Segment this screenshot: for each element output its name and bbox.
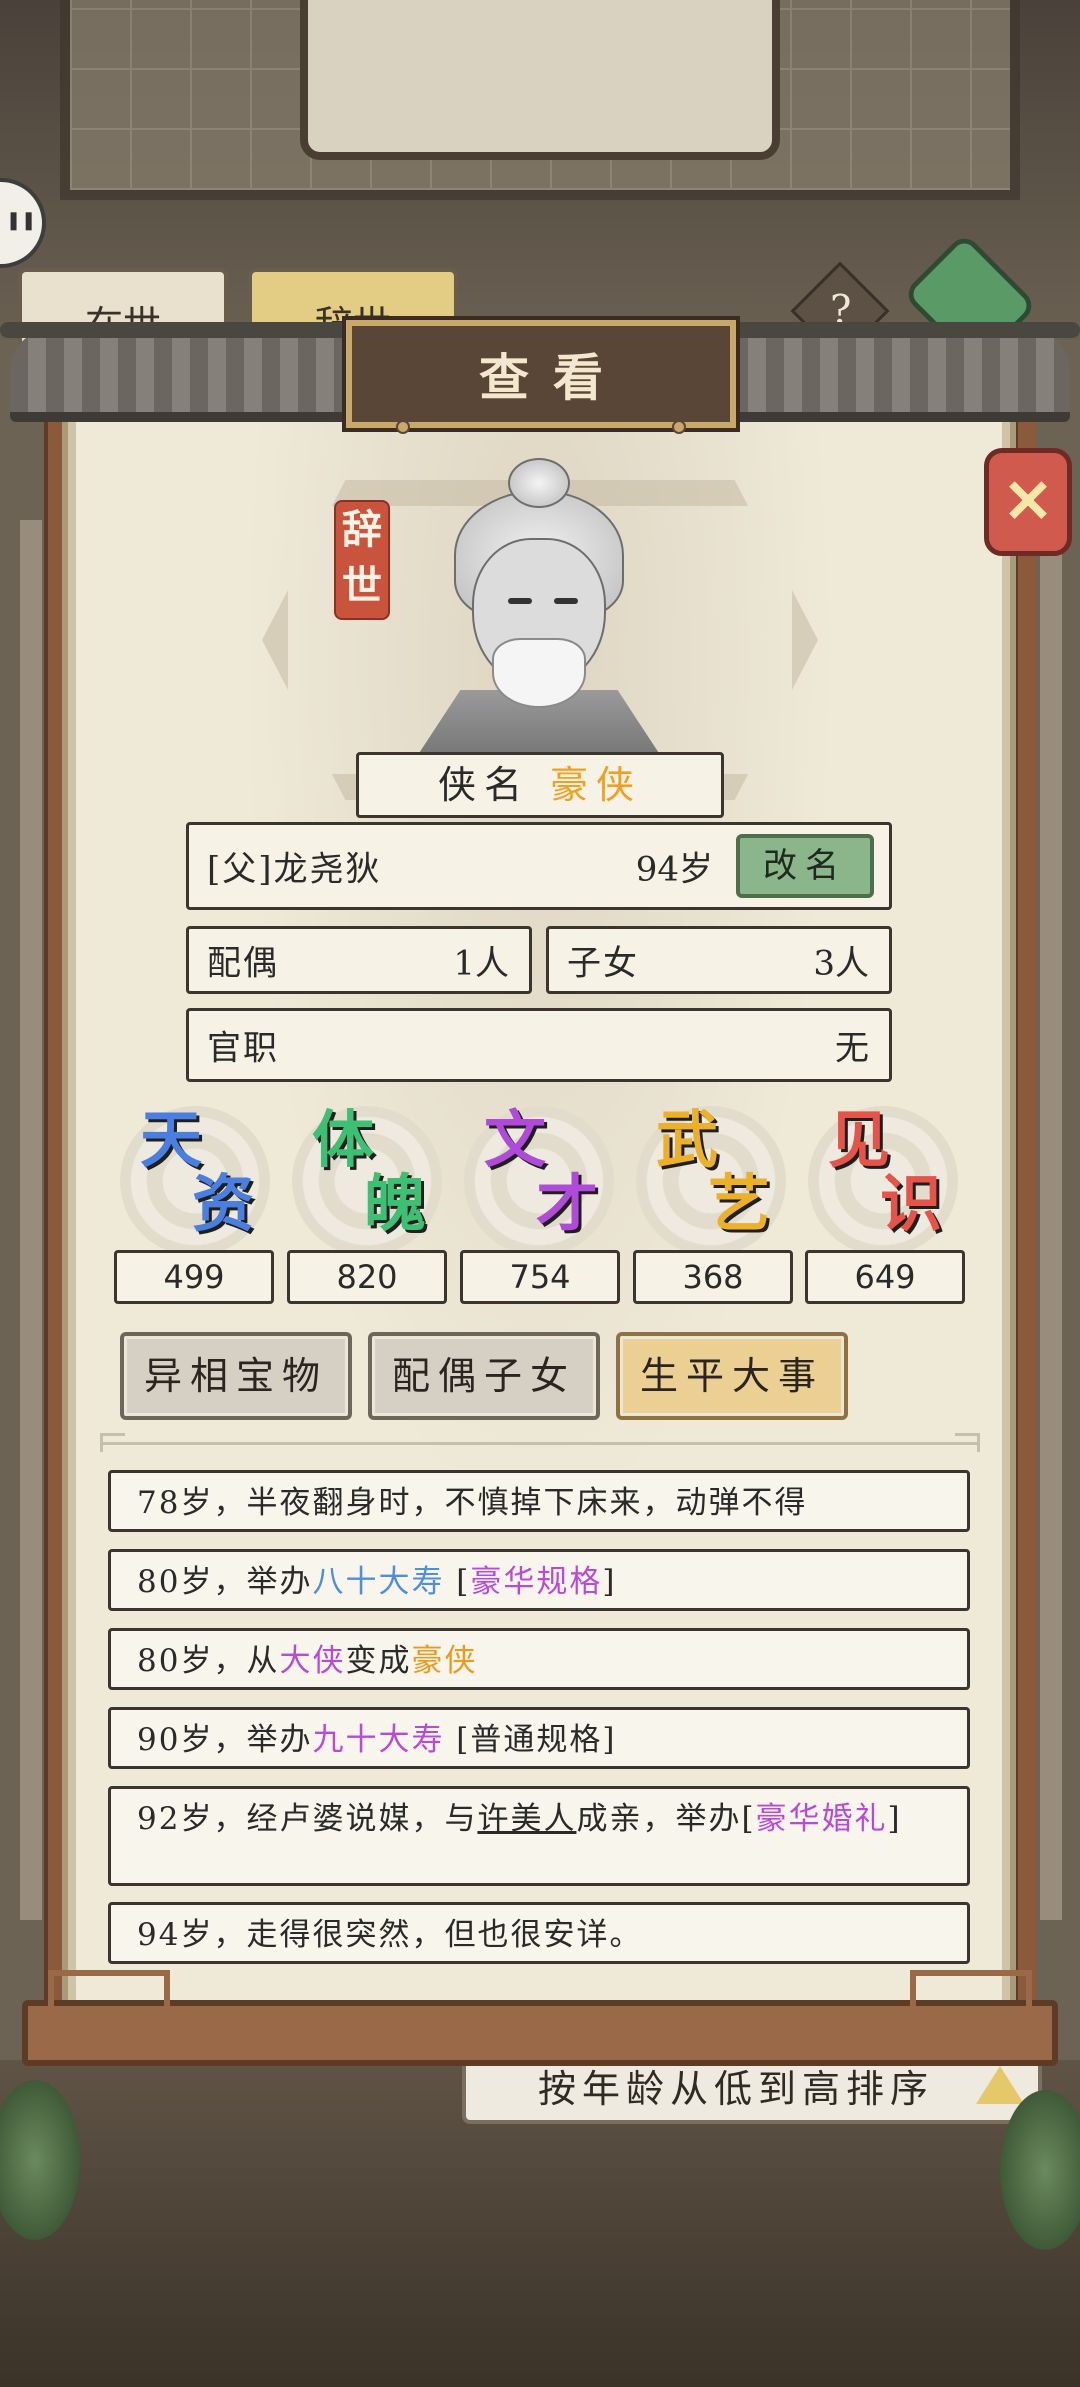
attr-label-talent: 天资 bbox=[140, 1103, 255, 1240]
sort-triangle-icon bbox=[976, 2066, 1024, 2104]
attr-label-knowledge: 见识 bbox=[828, 1103, 943, 1240]
spouse-box: 配偶 1人 bbox=[186, 926, 532, 994]
wall-strip-right bbox=[1040, 520, 1062, 1920]
age-value: 94岁 bbox=[635, 849, 713, 890]
attr-value-talent: 499 bbox=[114, 1250, 274, 1304]
partner-link[interactable]: 许美人 bbox=[477, 1801, 576, 1837]
tab-family[interactable]: 配偶子女 bbox=[368, 1332, 600, 1420]
event-item: 80岁，举办八十大寿 [豪华规格] bbox=[108, 1549, 970, 1611]
office-value: 无 bbox=[835, 1028, 869, 1069]
event-item: 80岁，从大侠变成豪侠 bbox=[108, 1628, 970, 1690]
close-button[interactable]: ✕ bbox=[984, 448, 1072, 556]
plant-right bbox=[1000, 2090, 1080, 2250]
children-box: 子女 3人 bbox=[546, 926, 892, 994]
attr-value-literacy: 754 bbox=[460, 1250, 620, 1304]
attr-label-martial: 武艺 bbox=[656, 1103, 771, 1240]
rename-button[interactable]: 改名 bbox=[736, 834, 874, 898]
scroll-post-right bbox=[1014, 400, 1036, 2040]
hero-name-label: 侠名 bbox=[437, 763, 530, 807]
attr-value-knowledge: 649 bbox=[805, 1250, 965, 1304]
status-seal: 辞世 bbox=[334, 500, 390, 620]
attr-value-physique: 820 bbox=[287, 1250, 447, 1304]
sort-label: 按年龄从低到高排序 bbox=[538, 2067, 935, 2111]
children-label: 子女 bbox=[567, 943, 639, 984]
wall-painting bbox=[300, 0, 780, 160]
hero-name-box: 侠名 豪侠 bbox=[356, 752, 724, 818]
tab-treasures[interactable]: 异相宝物 bbox=[120, 1332, 352, 1420]
divider bbox=[100, 1433, 980, 1452]
children-value: 3人 bbox=[813, 943, 869, 984]
plate-nail bbox=[396, 420, 410, 434]
spouse-label: 配偶 bbox=[207, 943, 279, 984]
attr-label-literacy: 文才 bbox=[484, 1103, 599, 1240]
dialog-title: 查看 bbox=[479, 348, 627, 407]
spouse-value: 1人 bbox=[453, 943, 509, 984]
wall-strip-left bbox=[20, 520, 42, 1920]
attr-label-physique: 体魄 bbox=[312, 1103, 427, 1240]
hero-name-value: 豪侠 bbox=[550, 763, 643, 807]
event-item: 78岁，半夜翻身时，不慎掉下床来，动弹不得 bbox=[108, 1470, 970, 1532]
plate-nail bbox=[672, 420, 686, 434]
attr-value-martial: 368 bbox=[633, 1250, 793, 1304]
close-icon: ✕ bbox=[1002, 467, 1054, 537]
tab-life-events[interactable]: 生平大事 bbox=[616, 1332, 848, 1420]
character-portrait bbox=[408, 458, 670, 754]
office-label: 官职 bbox=[207, 1028, 279, 1069]
event-item: 92岁，经卢婆说媒，与许美人成亲，举办[豪华婚礼] bbox=[108, 1786, 970, 1886]
dialog-title-plate: 查看 bbox=[342, 316, 740, 432]
event-item: 94岁，走得很突然，但也很安详。 bbox=[108, 1902, 970, 1964]
lattice-base bbox=[22, 1970, 1058, 2066]
office-box: 官职 无 bbox=[186, 1008, 892, 1082]
relation-name: [父]龙尧狄 bbox=[207, 849, 382, 890]
event-item: 90岁，举办九十大寿 [普通规格] bbox=[108, 1707, 970, 1769]
